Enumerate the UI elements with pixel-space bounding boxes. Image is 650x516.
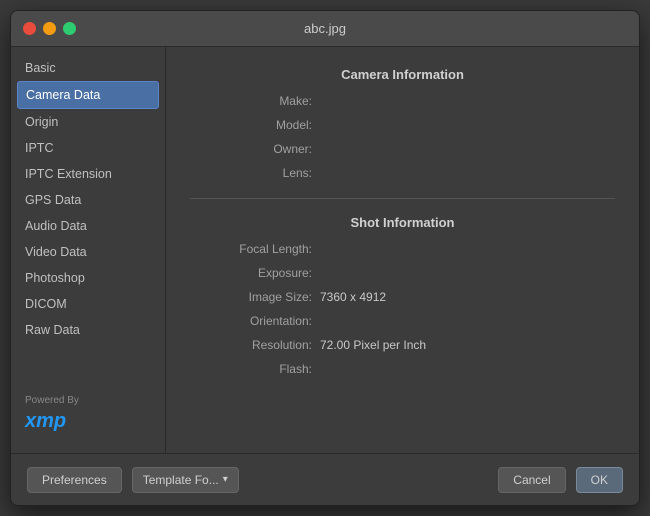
sidebar-item-iptc-extension[interactable]: IPTC Extension [11, 161, 165, 187]
sidebar-item-video-data[interactable]: Video Data [11, 239, 165, 265]
sidebar-item-audio-data[interactable]: Audio Data [11, 213, 165, 239]
owner-label: Owner: [190, 142, 320, 156]
lens-label: Lens: [190, 166, 320, 180]
orientation-label: Orientation: [190, 314, 320, 328]
sidebar: Basic Camera Data Origin IPTC IPTC Exten… [11, 47, 166, 453]
template-dropdown[interactable]: Template Fo... ▾ [132, 467, 239, 493]
template-label: Template Fo... [143, 473, 219, 487]
shot-section-header: Shot Information [190, 215, 615, 230]
sidebar-item-photoshop[interactable]: Photoshop [11, 265, 165, 291]
bottom-bar: Preferences Template Fo... ▾ Cancel OK [11, 453, 639, 505]
make-label: Make: [190, 94, 320, 108]
main-content: Basic Camera Data Origin IPTC IPTC Exten… [11, 47, 639, 453]
sidebar-item-camera-data[interactable]: Camera Data [17, 81, 159, 109]
window-controls [23, 22, 76, 35]
sidebar-footer: Powered By xmp [11, 383, 165, 445]
table-row: Exposure: [190, 266, 615, 280]
sidebar-item-gps-data[interactable]: GPS Data [11, 187, 165, 213]
shot-info-table: Focal Length: Exposure: Image Size: 7360… [190, 242, 615, 376]
ok-button[interactable]: OK [576, 467, 623, 493]
sidebar-item-basic[interactable]: Basic [11, 55, 165, 81]
table-row: Resolution: 72.00 Pixel per Inch [190, 338, 615, 352]
table-row: Owner: [190, 142, 615, 156]
sidebar-item-raw-data[interactable]: Raw Data [11, 317, 165, 343]
minimize-button[interactable] [43, 22, 56, 35]
table-row: Focal Length: [190, 242, 615, 256]
right-panel: Camera Information Make: Model: Owner: L… [166, 47, 639, 453]
image-size-value: 7360 x 4912 [320, 290, 615, 304]
table-row: Make: [190, 94, 615, 108]
image-size-label: Image Size: [190, 290, 320, 304]
preferences-button[interactable]: Preferences [27, 467, 122, 493]
table-row: Flash: [190, 362, 615, 376]
window-title: abc.jpg [304, 21, 346, 36]
table-row: Orientation: [190, 314, 615, 328]
sidebar-item-iptc[interactable]: IPTC [11, 135, 165, 161]
sidebar-item-dicom[interactable]: DICOM [11, 291, 165, 317]
titlebar: abc.jpg [11, 11, 639, 47]
cancel-button[interactable]: Cancel [498, 467, 565, 493]
main-window: abc.jpg Basic Camera Data Origin IPTC IP… [10, 10, 640, 506]
table-row: Lens: [190, 166, 615, 180]
table-row: Model: [190, 118, 615, 132]
maximize-button[interactable] [63, 22, 76, 35]
resolution-label: Resolution: [190, 338, 320, 352]
table-row: Image Size: 7360 x 4912 [190, 290, 615, 304]
chevron-down-icon: ▾ [223, 474, 228, 485]
camera-info-table: Make: Model: Owner: Lens: [190, 94, 615, 180]
xmp-logo: xmp [25, 410, 151, 433]
close-button[interactable] [23, 22, 36, 35]
section-divider [190, 198, 615, 199]
resolution-value: 72.00 Pixel per Inch [320, 338, 615, 352]
flash-label: Flash: [190, 362, 320, 376]
focal-length-label: Focal Length: [190, 242, 320, 256]
powered-by-label: Powered By [25, 395, 151, 406]
sidebar-item-origin[interactable]: Origin [11, 109, 165, 135]
camera-section-header: Camera Information [190, 67, 615, 82]
model-label: Model: [190, 118, 320, 132]
exposure-label: Exposure: [190, 266, 320, 280]
